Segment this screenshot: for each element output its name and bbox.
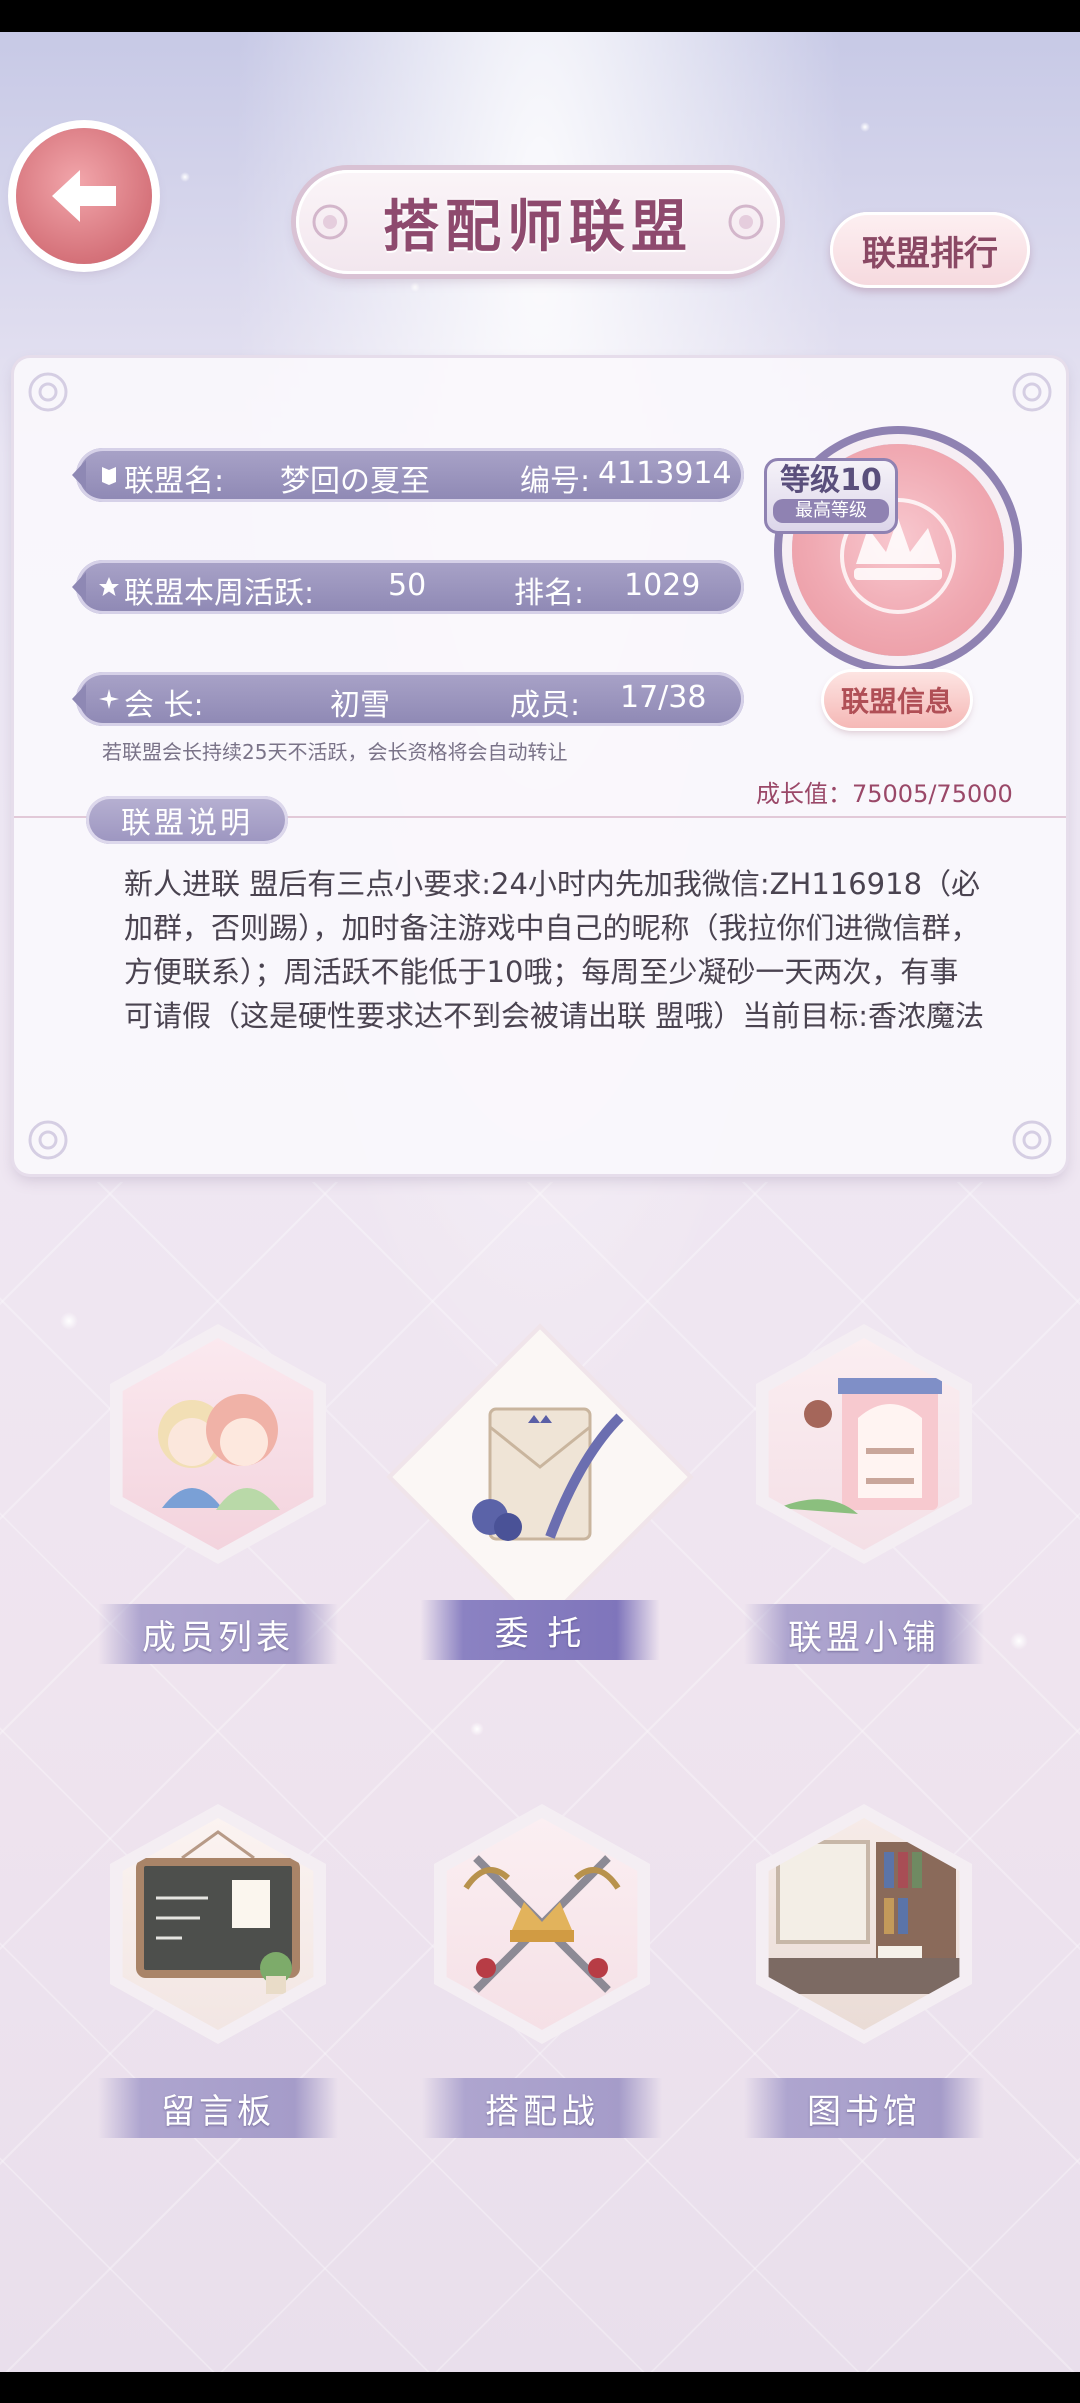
library-label: 图书馆 — [744, 2078, 984, 2138]
styling-battle-button[interactable] — [422, 1804, 662, 2044]
description-tab: 联盟说明 — [86, 796, 288, 844]
envelope-quill-icon — [472, 1407, 624, 1541]
alliance-name-value: 梦回の夏至 — [280, 464, 430, 499]
growth-number: 75005/75000 — [852, 780, 1013, 808]
max-level-text: 最高等级 — [773, 499, 889, 523]
growth-value: 成长值：75005/75000 — [756, 774, 1013, 809]
commission-button[interactable] — [392, 1329, 688, 1625]
level-badge: 等级10 最高等级 — [764, 458, 898, 534]
star-icon — [99, 577, 119, 596]
sparkle — [1010, 1632, 1028, 1650]
alliance-info-button[interactable]: 联盟信息 — [824, 672, 970, 728]
rose-ornament-icon — [728, 204, 764, 240]
sparkle — [410, 282, 420, 292]
message-board-label: 留言板 — [98, 2078, 338, 2138]
rose-corner-icon — [1012, 1120, 1052, 1160]
sparkle — [60, 1312, 78, 1330]
message-board-button[interactable] — [98, 1804, 338, 2044]
sparkle — [470, 1722, 484, 1736]
members-label: 成员: — [510, 688, 581, 723]
alliance-shop-label: 联盟小铺 — [744, 1604, 984, 1664]
rank-label: 排名: — [514, 576, 585, 611]
crown-sparkle-icon — [99, 689, 119, 709]
alliance-ranking-button[interactable]: 联盟排行 — [830, 212, 1030, 288]
page-title: 搭配师联盟 — [383, 194, 693, 260]
rank-value: 1029 — [624, 568, 701, 603]
alliance-id-label: 编号: — [520, 464, 591, 499]
sparkle — [180, 172, 190, 182]
alliance-shop-button[interactable] — [744, 1324, 984, 1564]
rose-corner-icon — [28, 1120, 68, 1160]
members-list-label: 成员列表 — [98, 1604, 338, 1664]
rose-ornament-icon — [312, 204, 348, 240]
leader-transfer-hint: 若联盟会长持续25天不活跃，会长资格将会自动转让 — [102, 740, 568, 764]
members-list-button[interactable] — [98, 1324, 338, 1564]
alliance-name-row: 联盟名: 梦回の夏至 编号: 4113914 — [72, 448, 744, 502]
leader-value: 初雪 — [330, 688, 390, 723]
weekly-activity-label: 联盟本周活跃: — [124, 576, 315, 611]
alliance-description: 新人进联 盟后有三点小要求:24小时内先加我微信:ZH116918（必加群，否则… — [124, 867, 984, 1033]
back-arrow-icon — [52, 170, 116, 222]
game-screen: 搭配师联盟 联盟排行 联盟名: 梦回の夏至 编号: 4113914 联盟本周活跃… — [0, 32, 1080, 2372]
book-icon — [102, 467, 116, 485]
commission-label: 委 托 — [420, 1600, 660, 1660]
alliance-name-label: 联盟名: — [124, 464, 225, 499]
leader-label: 会 长: — [124, 688, 204, 723]
back-button[interactable] — [16, 128, 152, 264]
weekly-activity-row: 联盟本周活跃: 50 排名: 1029 — [72, 560, 744, 614]
level-text: 等级10 — [780, 463, 882, 498]
members-value: 17/38 — [620, 680, 707, 715]
weekly-activity-value: 50 — [388, 568, 427, 603]
styling-battle-label: 搭配战 — [422, 2078, 662, 2138]
title-plate: 搭配师联盟 — [296, 170, 780, 274]
growth-label: 成长值： — [756, 780, 852, 808]
rose-corner-icon — [28, 372, 68, 412]
leader-row: 会 长: 初雪 成员: 17/38 — [72, 672, 744, 726]
sparkle — [860, 122, 870, 132]
library-button[interactable] — [744, 1804, 984, 2044]
rose-corner-icon — [1012, 372, 1052, 412]
alliance-id-value: 4113914 — [598, 456, 732, 491]
